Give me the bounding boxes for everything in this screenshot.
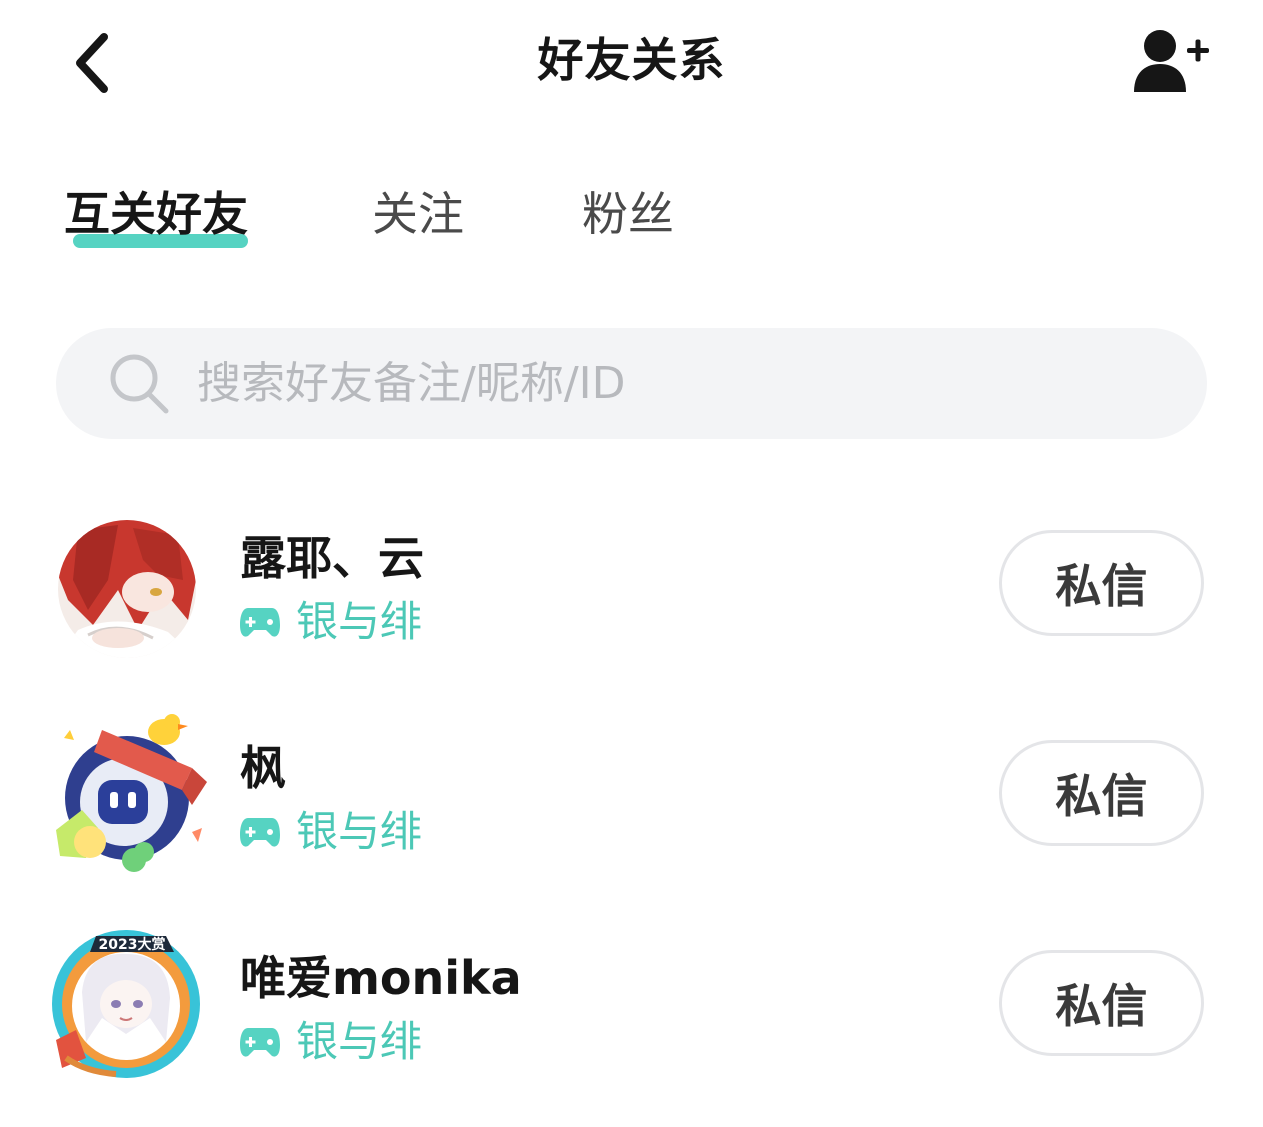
- top-bar: 好友关系: [0, 0, 1263, 120]
- game-name: 银与绯: [296, 807, 423, 856]
- game-name: 银与绯: [296, 597, 423, 646]
- avatar[interactable]: [58, 520, 196, 658]
- tab-mutual-friends[interactable]: 互关好友: [64, 182, 248, 248]
- avatar-badge-text: 2023大赏: [99, 936, 166, 953]
- game-name: 银与绯: [296, 1017, 423, 1066]
- gamepad-icon: [240, 608, 280, 637]
- avatar[interactable]: 2023大赏: [46, 922, 206, 1082]
- tab-label: 粉丝: [582, 187, 674, 241]
- search-placeholder: 搜索好友备注/昵称/ID: [197, 358, 626, 409]
- friend-row[interactable]: 枫 银与绯 私信: [0, 710, 1263, 890]
- game-tag: 银与绯: [240, 594, 422, 650]
- tab-label: 关注: [372, 187, 464, 241]
- friend-name: 露耶、云: [240, 531, 424, 585]
- tab-following[interactable]: 关注: [372, 182, 464, 246]
- red-haired-girl-avatar: [58, 520, 196, 658]
- add-user-icon: [1134, 30, 1209, 92]
- search-input[interactable]: 搜索好友备注/昵称/ID: [56, 328, 1207, 439]
- friend-row[interactable]: 露耶、云 银与绯 私信: [0, 500, 1263, 680]
- message-button[interactable]: 私信: [999, 530, 1204, 636]
- add-friend-button[interactable]: [1130, 26, 1214, 98]
- search-icon: [110, 354, 169, 414]
- friend-name: 枫: [240, 741, 286, 795]
- message-button[interactable]: 私信: [999, 740, 1204, 846]
- message-button[interactable]: 私信: [999, 950, 1204, 1056]
- tab-label: 互关好友: [64, 187, 248, 241]
- game-tag: 银与绯: [240, 1014, 422, 1070]
- avatar[interactable]: [42, 710, 212, 880]
- friend-row[interactable]: 2023大赏 唯爱monika 银与绯 私信: [0, 920, 1263, 1100]
- 2023-frame-anime-girl-avatar: 2023大赏: [52, 930, 200, 1078]
- gamepad-icon: [240, 818, 280, 847]
- tab-fans[interactable]: 粉丝: [582, 182, 674, 246]
- gamepad-icon: [240, 1028, 280, 1057]
- friend-name: 唯爱monika: [240, 951, 522, 1005]
- game-tag: 银与绯: [240, 804, 422, 860]
- win-badge-robot-avatar: [56, 714, 207, 872]
- page-title: 好友关系: [537, 33, 726, 87]
